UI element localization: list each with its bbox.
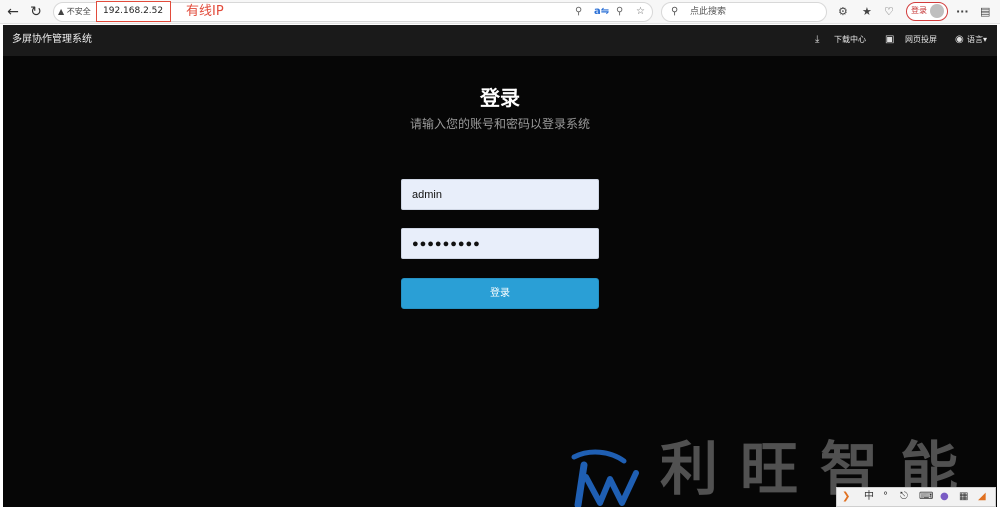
page-subtitle: 请输入您的账号和密码以登录系统 — [409, 117, 590, 131]
language-label: 语言 — [967, 35, 983, 44]
reload-icon[interactable]: ↻ — [27, 3, 45, 21]
annotation-label: 有线IP — [186, 4, 224, 19]
globe-icon[interactable]: ◉ — [955, 33, 964, 47]
translate-icon[interactable]: a⇋ — [594, 5, 609, 19]
language-dropdown[interactable]: 语言▾ — [967, 33, 987, 47]
favorites-icon[interactable]: ★ — [862, 4, 872, 20]
download-icon[interactable]: ⤓ — [815, 33, 819, 47]
ime-extra-icon[interactable]: ◢ — [978, 489, 986, 505]
punctuation-icon[interactable]: ° — [883, 489, 888, 505]
extensions-icon[interactable]: ⚙ — [838, 4, 848, 20]
ime-toolbar — [836, 487, 996, 507]
app-title: 多屏协作管理系统 — [12, 34, 92, 45]
search-placeholder: 点此搜索 — [690, 7, 727, 17]
key-icon[interactable]: ⚲ — [575, 5, 582, 19]
cast-icon[interactable]: ▣ — [885, 33, 894, 47]
ime-mode-toggle[interactable]: 中 — [864, 489, 874, 505]
avatar — [930, 4, 944, 18]
skin-icon[interactable]: ● — [940, 489, 949, 505]
star-icon[interactable]: ☆ — [636, 5, 645, 19]
more-menu-icon[interactable]: ··· — [956, 4, 969, 20]
profile-label: 登录 — [911, 6, 927, 15]
microphone-icon[interactable]: ⎋ — [900, 489, 908, 505]
login-button[interactable]: 登录 — [401, 278, 599, 309]
password-field[interactable] — [401, 228, 599, 259]
back-arrow-icon[interactable]: ← — [4, 3, 22, 21]
keyboard-icon[interactable]: ⌨ — [919, 489, 933, 505]
url-text[interactable]: 192.168.2.52 — [103, 4, 163, 19]
sidebar-icon[interactable]: ▤ — [980, 4, 990, 20]
security-indicator[interactable]: ▲ 不安全 — [58, 4, 91, 20]
download-center-link[interactable]: 下载中心 — [834, 33, 866, 47]
search-icon: ⚲ — [671, 6, 679, 17]
zoom-icon[interactable]: ⚲ — [616, 5, 623, 19]
page-title: 登录 — [480, 86, 520, 110]
browser-search-box[interactable] — [661, 2, 827, 22]
health-icon[interactable]: ♡ — [884, 4, 894, 20]
brand-logo-icon — [571, 449, 639, 507]
security-label: 不安全 — [66, 7, 91, 16]
web-cast-link[interactable]: 网页投屏 — [905, 33, 937, 47]
username-field[interactable] — [401, 179, 599, 210]
toolbox-icon[interactable]: ▦ — [959, 489, 968, 505]
ime-logo-icon[interactable]: ❯ — [842, 489, 850, 505]
